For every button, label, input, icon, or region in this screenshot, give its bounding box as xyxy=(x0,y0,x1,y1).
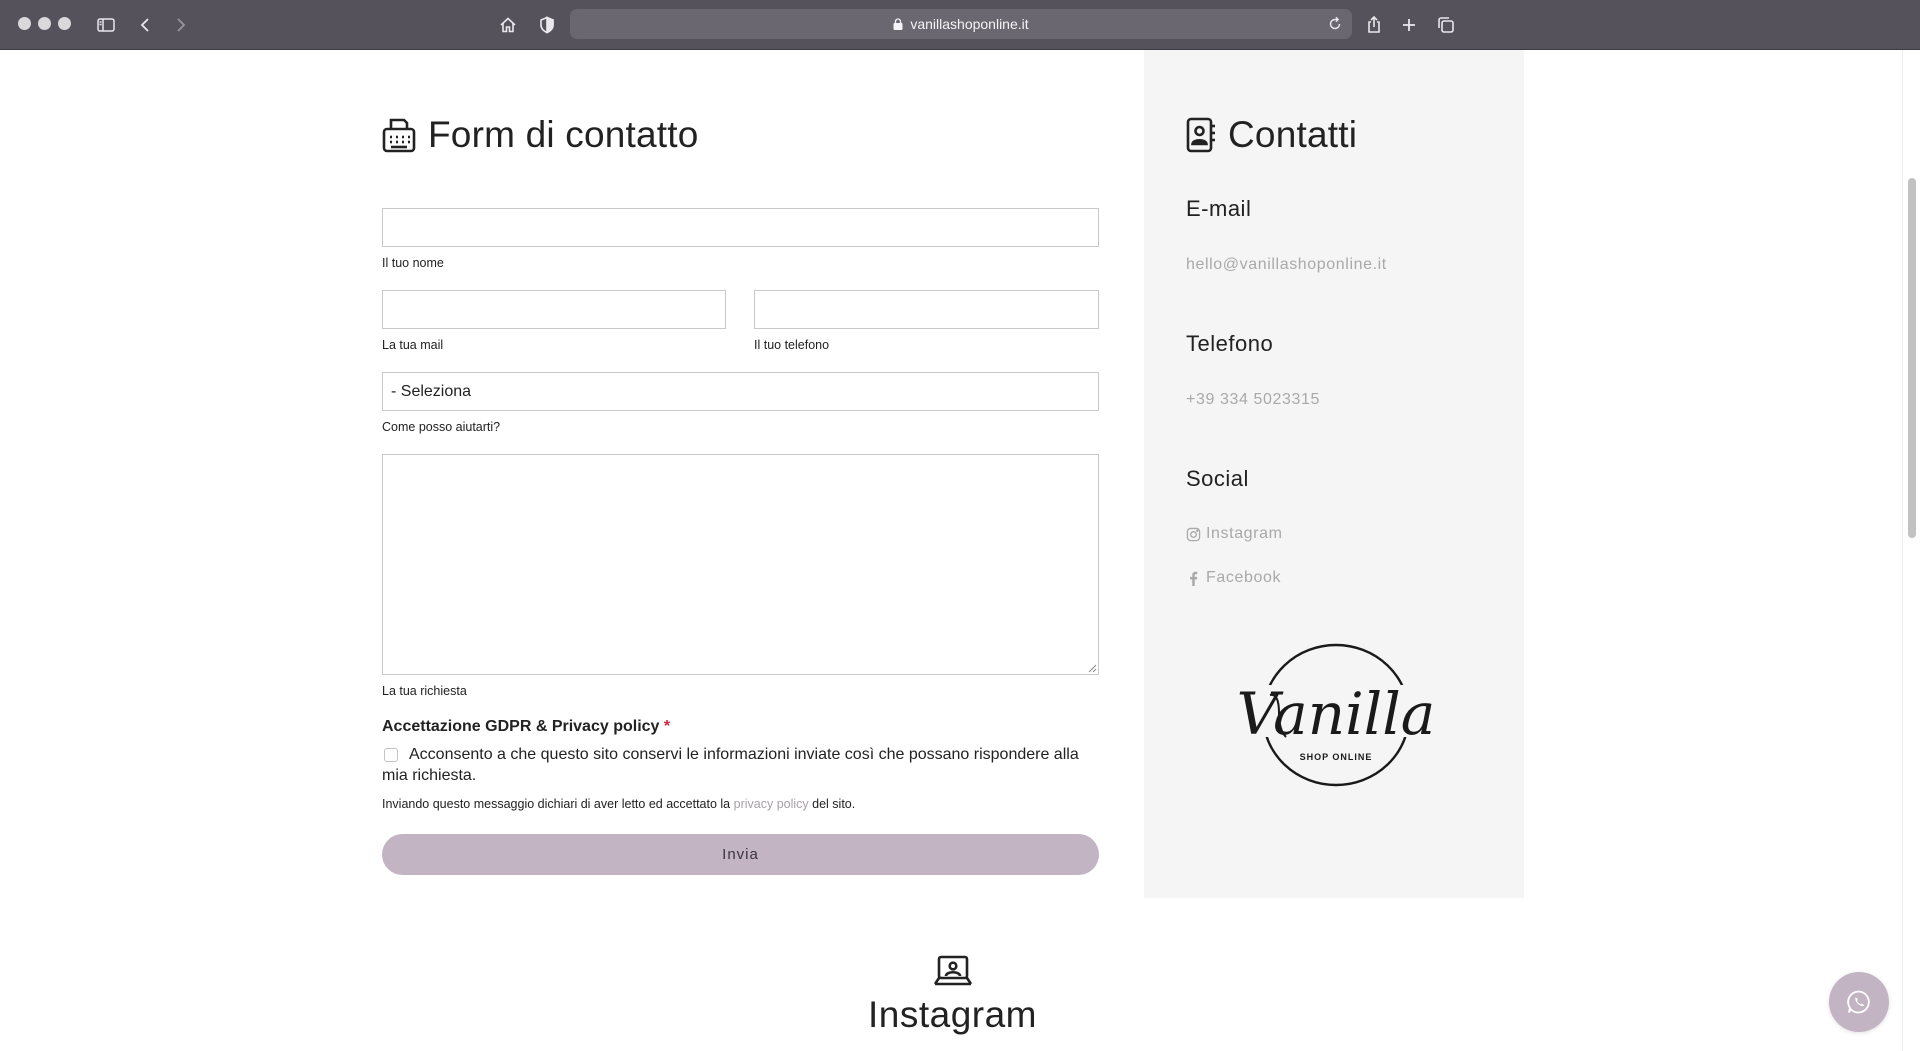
privacy-policy-link[interactable]: privacy policy xyxy=(734,797,809,811)
vanilla-logo: Vanilla SHOP ONLINE xyxy=(1232,643,1438,787)
new-tab-icon[interactable] xyxy=(1396,12,1422,38)
window-close-button[interactable] xyxy=(18,17,31,30)
facebook-icon xyxy=(1190,571,1198,586)
lock-icon xyxy=(893,18,903,30)
form-title: Form di contatto xyxy=(382,114,699,156)
email-input[interactable] xyxy=(382,290,726,329)
logo-subtext: SHOP ONLINE xyxy=(1300,752,1373,762)
typewriter-icon xyxy=(382,118,416,153)
instagram-link[interactable]: Instagram xyxy=(1186,525,1283,543)
instagram-icon xyxy=(1186,527,1201,541)
whatsapp-chat-button[interactable] xyxy=(1829,972,1889,1032)
page-scrollbar[interactable] xyxy=(1902,50,1920,1051)
scrollbar-thumb[interactable] xyxy=(1908,178,1916,538)
name-label: Il tuo nome xyxy=(382,256,444,270)
url-text: vanillashoponline.it xyxy=(910,16,1029,32)
contacts-sidebar: Contatti E-mail hello@vanillashoponline.… xyxy=(1144,50,1524,898)
logo-text: Vanilla xyxy=(1237,680,1436,748)
contacts-title: Contatti xyxy=(1186,114,1357,156)
message-label: La tua richiesta xyxy=(382,684,467,698)
email-label: La tua mail xyxy=(382,338,444,352)
home-icon[interactable] xyxy=(495,12,521,38)
social-heading: Social xyxy=(1186,466,1249,491)
whatsapp-icon xyxy=(1847,990,1870,1014)
privacy-notice: Inviando questo messaggio dichiari di av… xyxy=(382,797,856,811)
reload-icon[interactable] xyxy=(1326,15,1344,33)
tab-overview-icon[interactable] xyxy=(1433,12,1459,38)
privacy-shield-icon[interactable] xyxy=(534,12,560,38)
help-topic-select[interactable]: - Seleziona xyxy=(382,372,1099,411)
instagram-section: Instagram xyxy=(0,955,1905,1036)
phone-heading: Telefono xyxy=(1186,331,1274,356)
resize-handle-icon[interactable] xyxy=(1087,663,1097,673)
sidebar-toggle-icon[interactable] xyxy=(93,12,119,38)
phone-link[interactable]: +39 334 5023315 xyxy=(1186,391,1320,409)
consent-text: Acconsento a che questo sito conservi le… xyxy=(382,746,1079,784)
email-link[interactable]: hello@vanillashoponline.it xyxy=(1186,256,1387,274)
instagram-title: Instagram xyxy=(867,994,1037,1035)
phone-label: Il tuo telefono xyxy=(754,338,830,352)
address-bar[interactable]: vanillashoponline.it xyxy=(570,9,1352,39)
instagram-feed-icon xyxy=(933,955,972,986)
facebook-link[interactable]: Facebook xyxy=(1186,569,1281,587)
gdpr-title: Accettazione GDPR & Privacy policy * xyxy=(382,718,671,735)
window-zoom-button[interactable] xyxy=(58,17,71,30)
forward-icon[interactable] xyxy=(167,12,193,38)
window-minimize-button[interactable] xyxy=(38,17,51,30)
browser-toolbar: vanillashoponline.it xyxy=(0,0,1920,50)
message-textarea[interactable] xyxy=(382,454,1099,675)
submit-button[interactable]: Invia xyxy=(382,834,1099,875)
address-book-icon xyxy=(1186,117,1215,153)
email-heading: E-mail xyxy=(1186,196,1252,221)
share-icon[interactable] xyxy=(1361,12,1387,38)
back-icon[interactable] xyxy=(133,12,159,38)
help-topic-selected-value: - Seleziona xyxy=(391,382,472,400)
phone-input[interactable] xyxy=(754,290,1099,329)
required-mark: * xyxy=(663,718,671,735)
name-input[interactable] xyxy=(382,208,1099,247)
consent-checkbox[interactable] xyxy=(384,748,398,762)
help-topic-label: Come posso aiutarti? xyxy=(382,420,501,434)
